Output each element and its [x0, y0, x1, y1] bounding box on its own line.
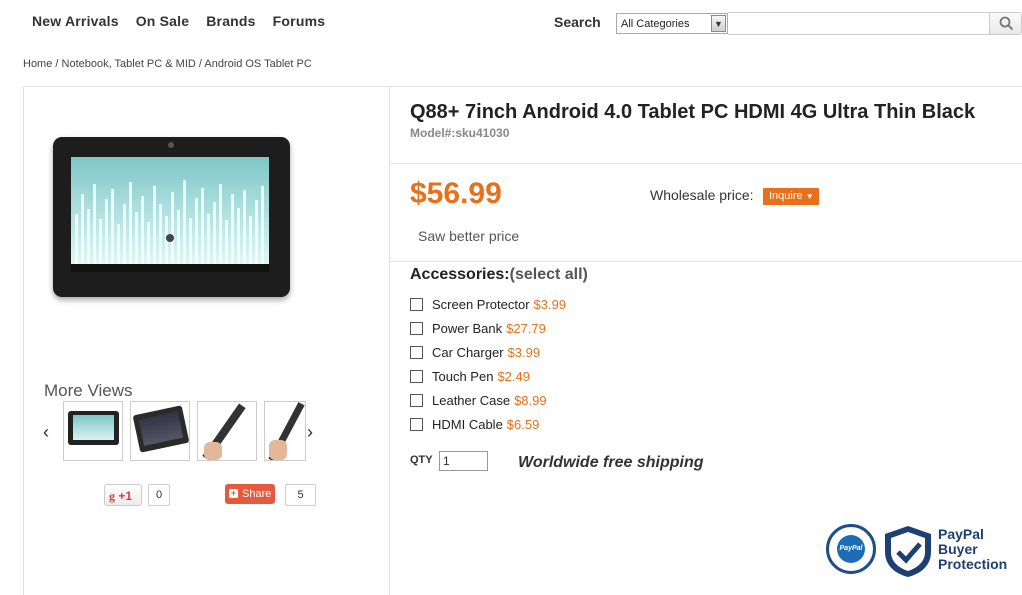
divider — [390, 163, 1022, 164]
nav-on-sale[interactable]: On Sale — [136, 13, 190, 29]
accessory-name: HDMI Cable — [432, 416, 503, 432]
share-count: 5 — [285, 484, 316, 506]
accessories-label: Accessories: — [410, 266, 510, 283]
inquire-label: Inquire — [769, 190, 803, 202]
accessory-checkbox[interactable] — [410, 417, 423, 431]
accessory-price: $3.99 — [533, 296, 567, 312]
quantity-input[interactable]: 1 — [439, 451, 488, 471]
gplus-button[interactable]: g +1 — [104, 484, 142, 506]
search-input[interactable] — [728, 12, 990, 35]
accessory-price: $6.59 — [506, 416, 540, 432]
caret-down-icon: ▼ — [805, 192, 814, 201]
accessory-price: $27.79 — [506, 320, 546, 336]
breadcrumb-android[interactable]: Android OS Tablet PC — [204, 58, 311, 70]
badge-line-1: PayPal — [938, 526, 984, 542]
category-select-value: All Categories — [621, 18, 690, 30]
thumb-hand — [204, 442, 222, 460]
thumbnail-2[interactable] — [130, 401, 190, 461]
paypal-seal-icon: PayPal — [826, 524, 876, 574]
thumbnail-3[interactable] — [197, 401, 257, 461]
accessory-price: $2.49 — [497, 368, 530, 384]
search-label: Search — [554, 14, 601, 30]
accessory-checkbox[interactable] — [410, 321, 423, 335]
inquire-button[interactable]: Inquire ▼ — [763, 188, 819, 205]
thumbnail-1[interactable] — [63, 401, 123, 461]
saw-better-price-link[interactable]: Saw better price — [418, 228, 519, 244]
accessory-item: Leather Case $8.99 — [410, 388, 566, 412]
tablet-nav-bar — [71, 264, 269, 272]
wholesale-label: Wholesale price: — [650, 187, 754, 203]
chevron-left-icon[interactable]: ‹ — [43, 422, 49, 443]
accessory-checkbox[interactable] — [410, 393, 423, 407]
accessory-price: $8.99 — [514, 392, 547, 408]
product-model: Model#:sku41030 — [410, 126, 510, 140]
accessory-checkbox[interactable] — [410, 345, 423, 359]
search-icon — [999, 16, 1014, 31]
gplus-icon: g — [109, 489, 115, 503]
accessory-name: Car Charger — [432, 344, 504, 360]
share-button[interactable]: + Share — [225, 484, 275, 504]
product-main-image[interactable] — [53, 137, 290, 297]
camera-dot — [168, 142, 174, 148]
accessory-name: Screen Protector — [432, 296, 530, 312]
breadcrumb: Home / Notebook, Tablet PC & MID / Andro… — [23, 58, 312, 70]
accessory-checkbox[interactable] — [410, 297, 423, 311]
breadcrumb-separator: / — [52, 58, 62, 70]
thumb-tablet-angle — [132, 405, 189, 453]
plus-icon: + — [229, 488, 238, 498]
accessory-item: Car Charger $3.99 — [410, 340, 566, 364]
accessory-item: Screen Protector $3.99 — [410, 292, 566, 316]
category-select[interactable]: All Categories ▼ — [616, 13, 728, 34]
accessory-checkbox[interactable] — [410, 369, 423, 383]
accessories-title: Accessories:(select all) — [410, 266, 588, 284]
thumb-tablet-front — [68, 411, 119, 445]
accessory-price: $3.99 — [507, 344, 541, 360]
accessory-name: Touch Pen — [432, 368, 494, 384]
accessory-name: Power Bank — [432, 320, 503, 336]
chevron-right-icon[interactable]: › — [307, 422, 313, 443]
nav-new-arrivals[interactable]: New Arrivals — [32, 13, 119, 29]
buyer-protection-text: PayPal Buyer Protection — [938, 527, 1007, 572]
tablet-screen — [71, 157, 269, 272]
top-nav: New Arrivals On Sale Brands Forums — [32, 13, 325, 29]
gplus-label: +1 — [118, 489, 133, 503]
accessory-item: HDMI Cable $6.59 — [410, 412, 566, 436]
accessory-item: Touch Pen $2.49 — [410, 364, 566, 388]
share-label: Share — [242, 488, 272, 500]
nav-brands[interactable]: Brands — [206, 13, 255, 29]
accessory-item: Power Bank $27.79 — [410, 316, 566, 340]
accessory-name: Leather Case — [432, 392, 511, 408]
badge-line-3: Protection — [938, 556, 1008, 572]
thumbnail-4[interactable] — [264, 401, 306, 461]
gplus-count: 0 — [148, 484, 170, 506]
select-all-link[interactable]: (select all) — [510, 266, 588, 283]
nav-forums[interactable]: Forums — [273, 13, 326, 29]
product-price: $56.99 — [410, 177, 502, 210]
search-button[interactable] — [989, 12, 1022, 35]
badge-line-2: Buyer — [938, 541, 978, 557]
screen-wallpaper — [75, 180, 264, 264]
paypal-seal-text: PayPal — [837, 535, 865, 563]
breadcrumb-notebook[interactable]: Notebook, Tablet PC & MID — [62, 58, 196, 70]
more-views-title: More Views — [44, 381, 133, 400]
thumb-hand — [269, 440, 287, 460]
product-title: Q88+ 7inch Android 4.0 Tablet PC HDMI 4G… — [410, 101, 976, 123]
chevron-down-icon[interactable]: ▼ — [711, 15, 726, 32]
qty-label: QTY — [410, 454, 433, 466]
breadcrumb-home[interactable]: Home — [23, 58, 52, 70]
shield-check-icon — [885, 526, 931, 577]
divider — [390, 261, 1022, 262]
shipping-note: Worldwide free shipping — [518, 454, 704, 471]
accessories-list: Screen Protector $3.99 Power Bank $27.79… — [410, 292, 566, 436]
